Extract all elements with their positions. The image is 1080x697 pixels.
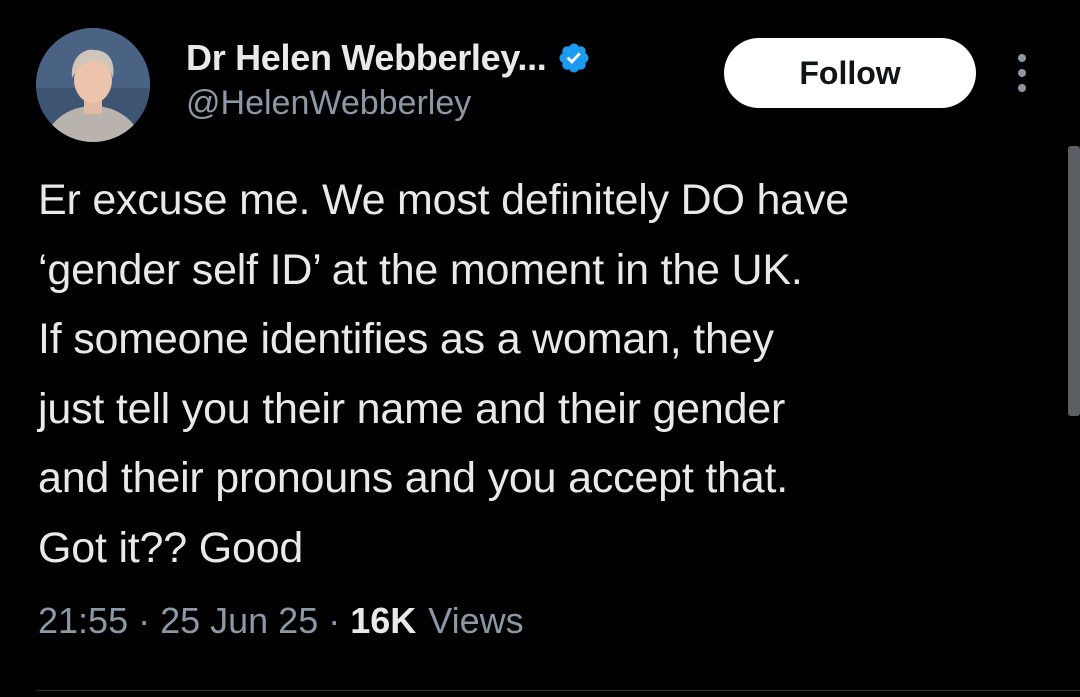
- divider: [36, 690, 1080, 691]
- tweet-text: Er excuse me. We most definitely DO have…: [38, 176, 849, 572]
- profile-photo-icon: [36, 28, 150, 142]
- tweet-meta: 21:55 · 25 Jun 25 · 16K Views: [38, 600, 524, 642]
- tweet-card: Dr Helen Webberley... @HelenWebberley Fo…: [0, 0, 1080, 697]
- verified-badge-icon[interactable]: [557, 41, 591, 75]
- views-label[interactable]: Views: [428, 600, 523, 642]
- avatar[interactable]: [36, 28, 150, 142]
- views-count[interactable]: 16K: [350, 600, 416, 642]
- author-handle[interactable]: @HelenWebberley: [186, 84, 471, 123]
- meta-separator: ·: [138, 600, 151, 641]
- tweet-time[interactable]: 21:55: [38, 600, 128, 642]
- follow-button[interactable]: Follow: [724, 38, 976, 108]
- author-display-name[interactable]: Dr Helen Webberley...: [186, 37, 547, 79]
- author-name-row: Dr Helen Webberley...: [186, 36, 591, 80]
- scrollbar[interactable]: [1068, 146, 1080, 416]
- meta-separator: ·: [328, 600, 341, 641]
- tweet-date[interactable]: 25 Jun 25: [160, 600, 318, 642]
- more-vertical-icon[interactable]: [1008, 50, 1036, 96]
